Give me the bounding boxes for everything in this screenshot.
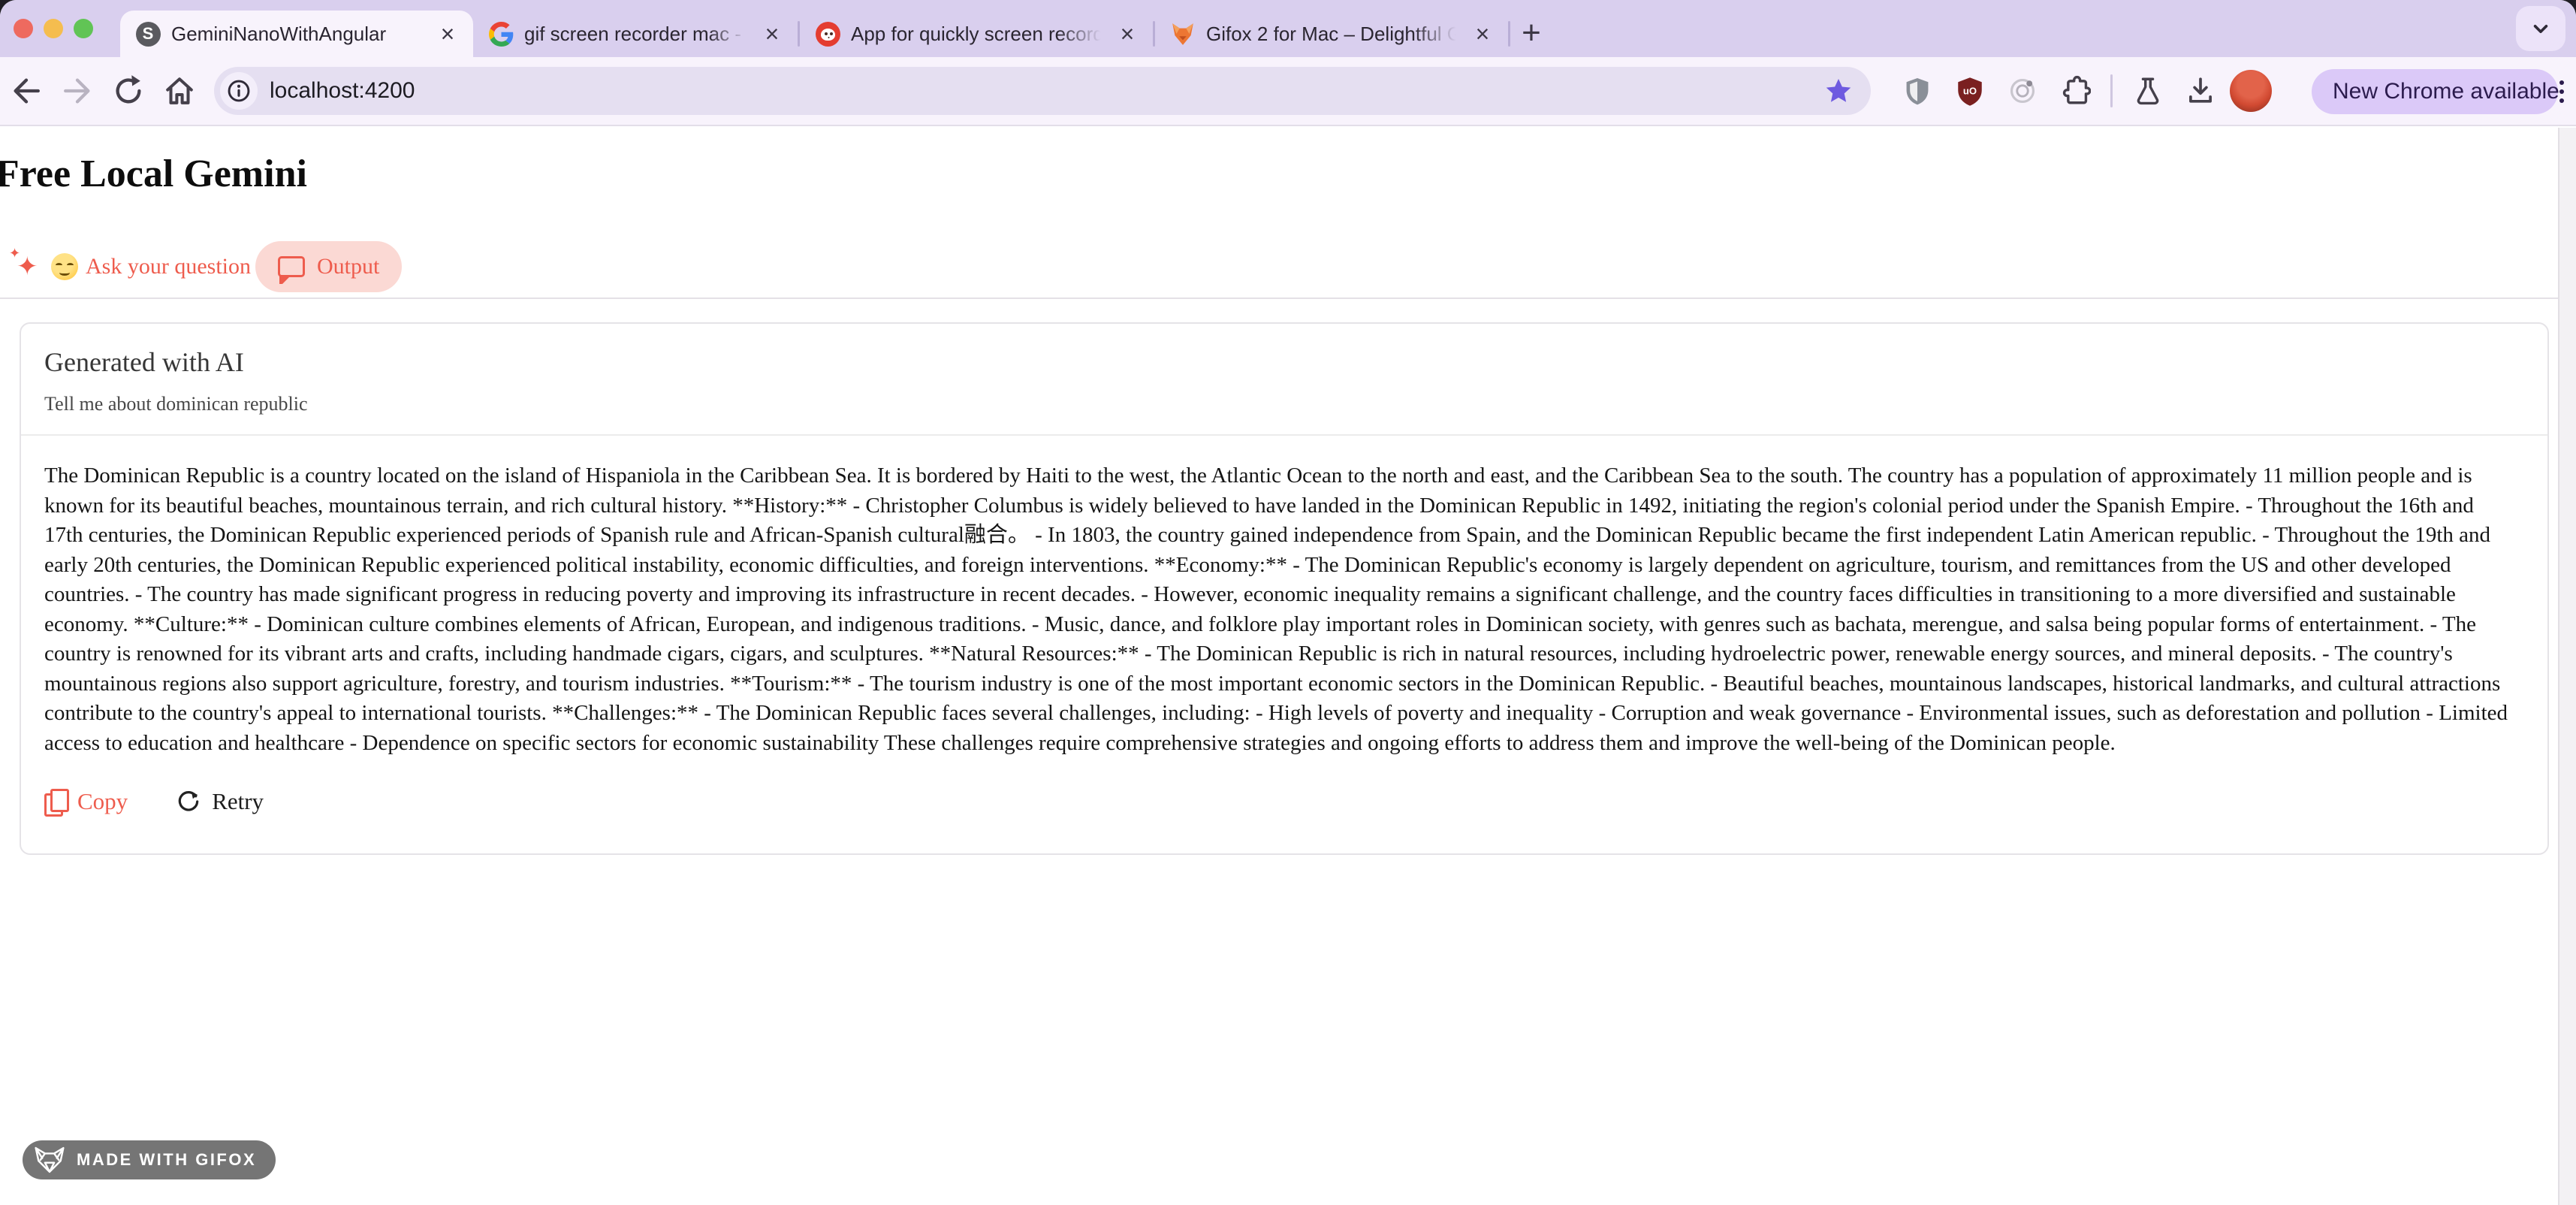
extension-shield-icon[interactable] xyxy=(1894,68,1941,114)
address-bar[interactable]: localhost:4200 xyxy=(214,67,1871,115)
tab-bar-divider xyxy=(0,297,2558,299)
gifox-badge[interactable]: MADE WITH GIFOX xyxy=(23,1140,276,1179)
retry-icon xyxy=(176,789,201,814)
output-label: Output xyxy=(317,254,379,279)
minimize-window-button[interactable] xyxy=(44,19,63,38)
toolbar-divider xyxy=(2110,74,2113,107)
gifox-badge-label: MADE WITH GIFOX xyxy=(77,1150,256,1170)
svg-text:uO: uO xyxy=(1963,86,1977,97)
ublock-icon[interactable]: uO xyxy=(1947,68,1993,114)
speech-bubble-icon xyxy=(278,256,305,277)
extensions-puzzle-icon[interactable] xyxy=(2052,68,2098,114)
tab-title: GeminiNanoWithAngular xyxy=(171,23,424,46)
site-info-icon[interactable] xyxy=(220,72,258,110)
tab-title: gif screen recorder mac - Goo xyxy=(524,23,748,46)
chrome-update-button[interactable]: New Chrome available xyxy=(2312,69,2558,114)
ai-output-card: Generated with AI Tell me about dominica… xyxy=(20,322,2549,855)
card-header: Generated with AI Tell me about dominica… xyxy=(21,324,2547,436)
fullscreen-window-button[interactable] xyxy=(74,19,93,38)
bookmark-star-icon[interactable] xyxy=(1820,72,1857,110)
close-tab-icon[interactable]: × xyxy=(759,22,786,46)
back-button[interactable] xyxy=(3,68,50,114)
ask-question-label: Ask your question xyxy=(86,254,251,279)
profile-avatar[interactable] xyxy=(2230,70,2272,112)
page-title: Free Local Gemini xyxy=(0,152,307,197)
app-favicon: S xyxy=(135,21,161,47)
flask-icon xyxy=(2132,75,2164,107)
forward-button[interactable] xyxy=(54,68,101,114)
page-content: Free Local Gemini ✦✦ Ask your question O… xyxy=(0,128,2558,1205)
tab-search-button[interactable] xyxy=(2516,6,2565,51)
download-icon xyxy=(2185,75,2216,107)
window-controls xyxy=(0,0,120,57)
sparkles-icon: ✦✦ xyxy=(11,250,44,283)
home-icon xyxy=(162,74,197,108)
card-actions: Copy Retry xyxy=(21,758,2547,815)
tab-strip: S GeminiNanoWithAngular × gif screen rec… xyxy=(0,0,2576,57)
page-scrollbar-gutter[interactable] xyxy=(2558,128,2576,1205)
copy-icon xyxy=(44,789,67,814)
copy-button[interactable]: Copy xyxy=(44,788,128,815)
downloads-button[interactable] xyxy=(2177,68,2224,114)
browser-menu-icon[interactable] xyxy=(2559,80,2564,103)
tab-google-search[interactable]: gif screen recorder mac - Goo × xyxy=(473,11,798,57)
chevron-down-icon xyxy=(2528,16,2553,41)
forward-arrow-icon xyxy=(60,74,95,108)
orbit-extension-icon[interactable] xyxy=(1999,68,2046,114)
back-arrow-icon xyxy=(9,74,44,108)
retry-button[interactable]: Retry xyxy=(176,788,264,815)
card-title: Generated with AI xyxy=(44,346,2525,378)
url-text[interactable]: localhost:4200 xyxy=(270,78,1820,104)
reload-icon xyxy=(111,74,146,108)
close-tab-icon[interactable]: × xyxy=(434,22,461,46)
smiley-emoji-icon xyxy=(51,253,78,280)
tab-gifox[interactable]: Gifox 2 for Mac – Delightful G × xyxy=(1155,11,1508,57)
reload-button[interactable] xyxy=(105,68,152,114)
new-tab-button[interactable]: + xyxy=(1510,12,1552,54)
chrome-update-label: New Chrome available xyxy=(2333,79,2559,104)
red-chat-favicon xyxy=(815,21,840,47)
fox-outline-icon xyxy=(33,1145,66,1175)
tab-ask-question[interactable]: ✦✦ Ask your question xyxy=(11,250,251,283)
close-window-button[interactable] xyxy=(14,19,33,38)
tab-output[interactable]: Output xyxy=(255,241,402,292)
user-question: Tell me about dominican republic xyxy=(44,393,2525,415)
ai-answer-text: The Dominican Republic is a country loca… xyxy=(21,436,2547,758)
chrome-labs-icon[interactable] xyxy=(2125,68,2171,114)
google-favicon xyxy=(488,21,514,47)
tab-gemini-app[interactable]: S GeminiNanoWithAngular × xyxy=(120,11,473,57)
tab-title: Gifox 2 for Mac – Delightful G xyxy=(1206,23,1458,46)
browser-window: S GeminiNanoWithAngular × gif screen rec… xyxy=(0,0,2576,1205)
home-button[interactable] xyxy=(156,68,203,114)
close-tab-icon[interactable]: × xyxy=(1469,22,1496,46)
tab-title: App for quickly screen record xyxy=(851,23,1103,46)
fox-favicon xyxy=(1170,21,1196,47)
tab-screen-record-app[interactable]: App for quickly screen record × xyxy=(800,11,1153,57)
browser-toolbar: localhost:4200 uO xyxy=(0,57,2576,126)
close-tab-icon[interactable]: × xyxy=(1114,22,1141,46)
app-tab-bar: ✦✦ Ask your question Output xyxy=(0,239,251,294)
